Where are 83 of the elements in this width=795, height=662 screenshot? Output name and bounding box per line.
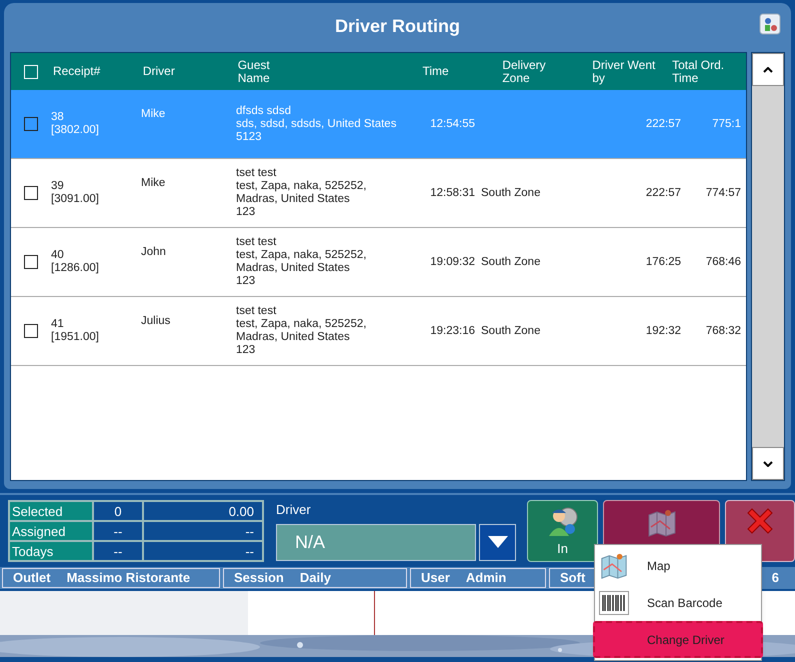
order-time: 19:09:32 <box>430 256 475 268</box>
guest-detail: Madras, United States <box>236 193 351 206</box>
guest-detail: tset test <box>236 305 278 318</box>
column-header: Delivery Zone <box>502 58 547 84</box>
caret-down-icon <box>763 460 773 466</box>
column-header: Driver Went by <box>592 58 656 84</box>
column-header: Total Ord. Time <box>672 58 726 84</box>
guest-detail: 123 <box>236 206 256 219</box>
menu-item[interactable]: Map <box>595 547 761 584</box>
status-label: User <box>421 569 450 588</box>
summary-label: Assigned <box>12 524 66 539</box>
guest-detail: 123 <box>236 275 256 288</box>
order-time: 12:54:55 <box>430 118 475 130</box>
total-order-time: 768:46 <box>706 256 741 268</box>
receipt-amount: [3091.00] <box>51 193 100 206</box>
guest-detail: Madras, United States <box>236 262 351 275</box>
menu-item[interactable]: Change Driver <box>593 621 763 658</box>
status-label: Soft <box>560 569 586 588</box>
summary-amount: 0.00 <box>228 504 254 519</box>
checkbox[interactable] <box>24 255 38 269</box>
went-by-time: 222:57 <box>646 118 681 130</box>
summary-amount: -- <box>245 524 254 539</box>
order-time: 12:58:31 <box>430 186 475 198</box>
receipt-amount: [3802.00] <box>51 124 100 137</box>
guest-detail: test, Zapa, naka, 525252, <box>236 180 368 193</box>
caret-up-icon <box>763 66 773 72</box>
guest-detail: tset test <box>236 236 278 249</box>
guest-detail: test, Zapa, naka, 525252, <box>236 249 368 262</box>
column-header: Receipt# <box>52 65 100 78</box>
column-header: Driver <box>142 65 175 78</box>
caret-down-icon <box>488 536 508 548</box>
summary-amount: -- <box>245 544 254 559</box>
barcode-icon <box>599 590 629 614</box>
receipt-number: 38 <box>51 111 65 124</box>
summary-count: -- <box>114 524 122 539</box>
window-title: Driver Routing <box>334 14 460 38</box>
guest-detail: 123 <box>236 344 256 357</box>
went-by-time: 192:32 <box>646 324 681 336</box>
status-value: Admin <box>466 569 506 588</box>
in-button[interactable]: In <box>527 500 598 562</box>
receipt-number: 39 <box>51 180 65 193</box>
checkbox[interactable] <box>24 186 38 200</box>
delivery-zone: South Zone <box>481 256 540 268</box>
guest-detail: sds, sdsd, sdsds, United States <box>236 118 398 130</box>
status-value: Daily <box>300 569 331 588</box>
receipt-number: 40 <box>51 249 65 262</box>
status-value: 6 <box>772 569 780 588</box>
guest-detail: test, Zapa, naka, 525252, <box>236 318 368 331</box>
driver-name: Mike <box>141 108 166 120</box>
receipt-amount: [1286.00] <box>51 262 100 275</box>
summary-label: Todays <box>12 544 54 559</box>
receipt-number: 41 <box>51 318 65 331</box>
delivery-zone: South Zone <box>481 186 540 198</box>
status-label: Outlet <box>13 569 51 588</box>
went-by-time: 176:25 <box>646 256 681 268</box>
status-value: Massimo Ristorante <box>66 569 190 588</box>
checkbox[interactable] <box>24 117 38 131</box>
dropdown-button[interactable] <box>479 524 516 560</box>
guest-detail: dfsds sdsd <box>236 104 292 118</box>
total-order-time: 768:32 <box>706 324 741 336</box>
scroll-down-button[interactable] <box>752 447 784 480</box>
column-header: Time <box>422 65 449 78</box>
column-header: Guest Name <box>238 58 271 84</box>
driver-name: Mike <box>141 177 166 189</box>
summary-label: Selected <box>12 504 63 519</box>
driver-name: John <box>141 246 166 258</box>
order-time: 19:23:16 <box>430 324 475 336</box>
status-label: Session <box>234 569 284 588</box>
checkbox[interactable] <box>24 324 38 338</box>
driver-name: Julius <box>141 315 170 327</box>
receipt-amount: [1951.00] <box>51 331 100 344</box>
driver-label: Driver <box>276 501 312 519</box>
guest-detail: tset test <box>236 167 278 180</box>
went-by-time: 222:57 <box>646 186 681 198</box>
summary-count: -- <box>114 544 122 559</box>
total-order-time: 774:57 <box>706 186 741 198</box>
summary-count: 0 <box>114 504 122 519</box>
menu-item[interactable]: Scan Barcode <box>595 584 761 621</box>
delivery-zone: South Zone <box>481 324 540 336</box>
guest-detail: 5123 <box>236 130 263 144</box>
guest-detail: Madras, United States <box>236 331 351 344</box>
scroll-up-button[interactable] <box>752 53 784 86</box>
total-order-time: 775:1 <box>712 118 741 130</box>
